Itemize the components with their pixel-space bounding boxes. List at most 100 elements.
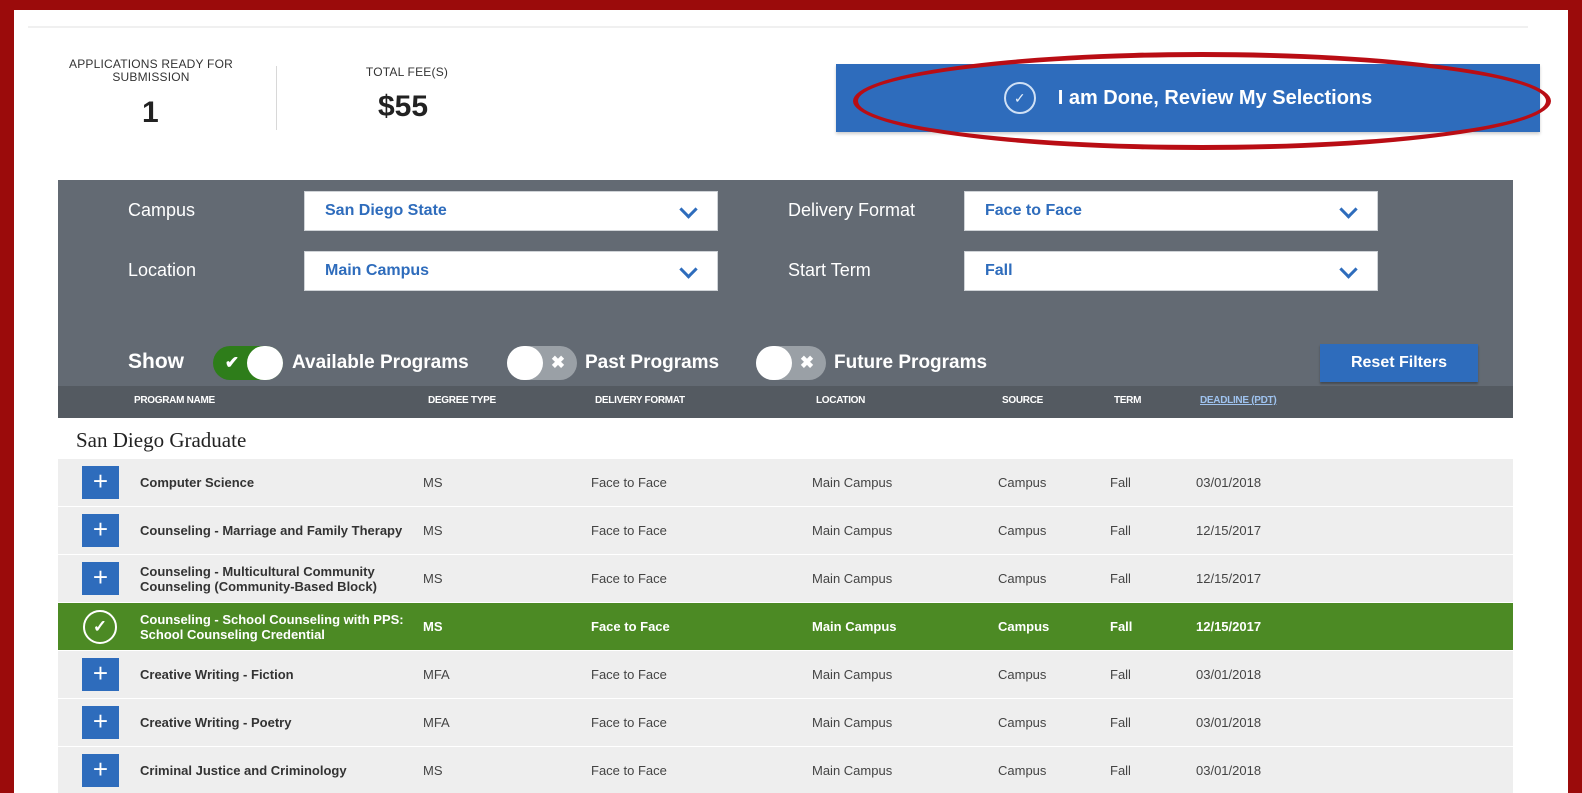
campus-select-value: San Diego State: [325, 202, 447, 219]
term-cell: Fall: [1110, 763, 1131, 778]
deadline-cell: 03/01/2018: [1196, 475, 1262, 490]
reset-filters-button[interactable]: Reset Filters: [1320, 344, 1478, 382]
deadline-cell: 12/15/2017: [1196, 619, 1262, 634]
deadline-cell: 03/01/2018: [1196, 715, 1262, 730]
degree-type-cell: MS: [423, 523, 443, 538]
table-row[interactable]: ✓ Counseling - School Counseling with PPS…: [58, 603, 1513, 651]
degree-type-cell: MS: [423, 475, 443, 490]
table-row[interactable]: + Counseling - Multicultural Community Co…: [58, 555, 1513, 603]
toggle-knob: [247, 346, 283, 380]
col-term: TERM: [1114, 395, 1142, 406]
past-programs-toggle[interactable]: ✖: [507, 346, 577, 380]
selected-check-icon[interactable]: ✓: [83, 610, 117, 644]
source-cell: Campus: [998, 619, 1050, 634]
degree-type-cell: MS: [423, 571, 443, 586]
table-row[interactable]: + Counseling - Marriage and Family Therap…: [58, 507, 1513, 555]
delivery-format-select-value: Face to Face: [985, 202, 1082, 219]
deadline-cell: 03/01/2018: [1196, 763, 1262, 778]
delivery-format-cell: Face to Face: [591, 619, 670, 634]
degree-type-cell: MFA: [423, 667, 450, 682]
delivery-format-cell: Face to Face: [591, 571, 667, 586]
col-program-name: PROGRAM NAME: [134, 395, 215, 406]
past-programs-label: Past Programs: [585, 352, 720, 373]
toggle-knob: [507, 346, 543, 380]
program-name: Counseling - Multicultural Community Cou…: [140, 563, 377, 594]
table-row[interactable]: + Computer Science MS Face to Face Main Camp…: [58, 459, 1513, 507]
location-cell: Main Campus: [812, 667, 893, 682]
source-cell: Campus: [998, 475, 1047, 490]
source-cell: Campus: [998, 715, 1047, 730]
table-row[interactable]: + Creative Writing - Fiction MFA Face to Fa…: [58, 651, 1513, 699]
chevron-down-icon: [1339, 200, 1358, 219]
table-header: PROGRAM NAME DEGREE TYPE DELIVERY FORMAT…: [58, 386, 1513, 418]
delivery-format-cell: Face to Face: [591, 763, 667, 778]
group-title: San Diego Graduate: [76, 428, 247, 452]
term-cell: Fall: [1110, 523, 1131, 538]
col-source: SOURCE: [1002, 395, 1043, 406]
chevron-down-icon: [679, 200, 698, 219]
table-row[interactable]: + Criminal Justice and Criminology MS Face …: [58, 747, 1513, 793]
review-selections-button[interactable]: ✓ I am Done, Review My Selections: [836, 64, 1540, 132]
start-term-select-value: Fall: [985, 262, 1013, 279]
program-name: Creative Writing - Poetry: [140, 715, 292, 730]
degree-type-cell: MS: [423, 763, 443, 778]
total-fees-value: $55: [378, 90, 429, 123]
add-program-button[interactable]: +: [82, 514, 119, 547]
degree-type-cell: MFA: [423, 715, 450, 730]
program-selection-page: APPLICATIONS READY FOR SUBMISSION 1 TOTA…: [14, 10, 1568, 793]
location-cell: Main Campus: [812, 619, 897, 634]
applications-ready-label: APPLICATIONS READY FOR SUBMISSION: [69, 57, 233, 84]
check-circle-icon: ✓: [1003, 82, 1036, 114]
review-selections-label: I am Done, Review My Selections: [1057, 86, 1373, 109]
location-select[interactable]: Main Campus: [304, 251, 718, 291]
delivery-format-cell: Face to Face: [591, 667, 667, 682]
campus-label: Campus: [128, 200, 196, 220]
add-program-button[interactable]: +: [82, 754, 119, 787]
filter-panel: Campus San Diego State Location Main Cam…: [58, 180, 1513, 386]
add-program-button[interactable]: +: [82, 658, 119, 691]
add-program-button[interactable]: +: [82, 706, 119, 739]
degree-type-cell: MS: [423, 619, 443, 634]
delivery-format-cell: Face to Face: [591, 523, 667, 538]
table-row[interactable]: + Creative Writing - Poetry MFA Face to Fac…: [58, 699, 1513, 747]
term-cell: Fall: [1110, 619, 1133, 634]
col-deadline[interactable]: DEADLINE (PDT): [1200, 395, 1277, 406]
term-cell: Fall: [1110, 571, 1131, 586]
available-programs-toggle[interactable]: ✔: [213, 346, 283, 380]
deadline-cell: 12/15/2017: [1196, 523, 1262, 538]
deadline-cell: 12/15/2017: [1196, 571, 1262, 586]
col-location: LOCATION: [816, 395, 866, 406]
program-list: + Computer Science MS Face to Face Main Camp…: [58, 459, 1513, 793]
location-cell: Main Campus: [812, 475, 893, 490]
program-name: Creative Writing - Fiction: [140, 667, 294, 682]
deadline-cell: 03/01/2018: [1196, 667, 1262, 682]
delivery-format-select[interactable]: Face to Face: [964, 191, 1378, 231]
location-cell: Main Campus: [812, 571, 893, 586]
term-cell: Fall: [1110, 667, 1131, 682]
future-programs-toggle[interactable]: ✖: [756, 346, 826, 380]
start-term-label: Start Term: [788, 260, 871, 280]
source-cell: Campus: [998, 667, 1047, 682]
delivery-format-label: Delivery Format: [788, 200, 916, 220]
summary-divider: [276, 66, 277, 130]
close-icon: ✖: [799, 353, 815, 372]
program-name: Counseling - Marriage and Family Therapy: [140, 523, 403, 538]
source-cell: Campus: [998, 763, 1047, 778]
chevron-down-icon: [1339, 260, 1358, 279]
toggle-knob: [756, 346, 792, 380]
col-delivery-format: DELIVERY FORMAT: [595, 395, 685, 406]
program-name: Computer Science: [140, 475, 255, 490]
add-program-button[interactable]: +: [82, 562, 119, 595]
location-cell: Main Campus: [812, 763, 893, 778]
start-term-select[interactable]: Fall: [964, 251, 1378, 291]
add-program-button[interactable]: +: [82, 466, 119, 499]
term-cell: Fall: [1110, 715, 1131, 730]
delivery-format-cell: Face to Face: [591, 475, 667, 490]
check-icon: ✔: [224, 353, 240, 372]
campus-select[interactable]: San Diego State: [304, 191, 718, 231]
applications-ready-count: 1: [142, 96, 159, 129]
location-select-value: Main Campus: [325, 262, 430, 279]
location-label: Location: [128, 260, 197, 280]
location-cell: Main Campus: [812, 523, 893, 538]
source-cell: Campus: [998, 571, 1047, 586]
